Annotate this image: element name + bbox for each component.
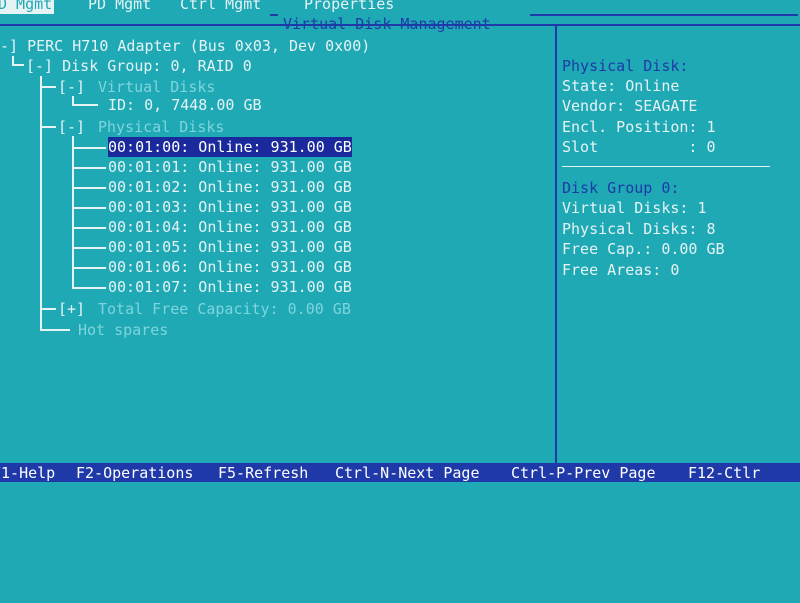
tree-connector (72, 136, 74, 288)
virtual-disks-label: Virtual Disks (98, 78, 216, 96)
virtual-disks-toggle[interactable]: [-] (58, 77, 85, 97)
tree-connector (72, 247, 106, 249)
dg-virtual-disks: Virtual Disks: 1 (562, 199, 707, 217)
tree-connector (72, 227, 106, 229)
tree-connector (40, 76, 42, 330)
free-capacity-toggle[interactable]: [+] (58, 299, 85, 319)
key-controller[interactable]: F12-Ctlr (688, 463, 760, 483)
pd-state: State: Online (562, 77, 680, 95)
physical-disk-item[interactable]: 00:01:04: Online: 931.00 GB (108, 217, 352, 237)
tree-connector (12, 64, 24, 66)
physical-disk-item[interactable]: 00:01:05: Online: 931.00 GB (108, 237, 352, 257)
hot-spares-label[interactable]: Hot spares (78, 320, 168, 340)
physical-disk-item[interactable]: 00:01:00: Online: 931.00 GB (108, 137, 352, 157)
physical-disk-item[interactable]: 00:01:06: Online: 931.00 GB (108, 257, 352, 277)
footer-keybar: F1-Help F2-Operations F5-Refresh Ctrl-N-… (0, 463, 800, 482)
physical-disk-heading: Physical Disk: (562, 57, 689, 75)
dg-physical-disks: Physical Disks: 8 (562, 220, 716, 238)
panel-top-rule (555, 24, 800, 26)
page-title: Virtual Disk Management (283, 15, 491, 33)
virtual-disk-entry[interactable]: ID: 0, 7448.00 GB (108, 95, 262, 115)
tree-connector (72, 207, 106, 209)
key-operations[interactable]: F2-Operations (76, 463, 193, 483)
key-prev-page[interactable]: Ctrl-P-Prev Page (511, 463, 656, 483)
physical-disks-toggle[interactable]: [-] (58, 117, 85, 137)
dg-free-cap: Free Cap.: 0.00 GB (562, 240, 725, 258)
physical-disk-item[interactable]: 00:01:03: Online: 931.00 GB (108, 197, 352, 217)
panel-separator (562, 166, 770, 167)
tree-connector (72, 187, 106, 189)
menu-vd-mgmt[interactable]: D Mgmt (0, 0, 55, 14)
tree-connector (40, 126, 56, 128)
pd-encl-position: Encl. Position: 1 (562, 118, 716, 136)
tree-connector (40, 329, 70, 331)
tree-connector (72, 267, 106, 269)
menu-properties[interactable]: Properties (304, 0, 394, 14)
dg-free-areas: Free Areas: 0 (562, 261, 680, 279)
physical-disk-item[interactable]: 00:01:02: Online: 931.00 GB (108, 177, 352, 197)
tree-connector (72, 104, 98, 106)
menu-pd-mgmt[interactable]: PD Mgmt (88, 0, 151, 14)
key-next-page[interactable]: Ctrl-N-Next Page (335, 463, 480, 483)
tree-disk-group[interactable]: [-] Disk Group: 0, RAID 0 (26, 56, 252, 76)
menu-ctrl-mgmt[interactable]: Ctrl Mgmt (180, 0, 261, 14)
panel-divider (555, 24, 557, 463)
physical-disks-label: Physical Disks (98, 118, 225, 136)
tree-connector (40, 308, 56, 310)
disk-group-heading: Disk Group 0: (562, 179, 680, 197)
physical-disk-item[interactable]: 00:01:07: Online: 931.00 GB (108, 277, 352, 297)
pd-slot: Slot : 0 (562, 138, 716, 156)
key-refresh[interactable]: F5-Refresh (218, 463, 308, 483)
tree-connector (72, 167, 106, 169)
tree-adapter[interactable]: -] PERC H710 Adapter (Bus 0x03, Dev 0x00… (0, 36, 370, 56)
free-capacity-label: Total Free Capacity: 0.00 GB (98, 300, 351, 318)
tree-connector (72, 147, 106, 149)
title-rule-dash-left (270, 14, 278, 16)
tree-connector (40, 86, 56, 88)
key-help[interactable]: F1-Help (0, 463, 55, 483)
tree-connector (72, 287, 106, 289)
pd-vendor: Vendor: SEAGATE (562, 97, 698, 115)
title-rule-right (530, 14, 798, 16)
physical-disk-item[interactable]: 00:01:01: Online: 931.00 GB (108, 157, 352, 177)
